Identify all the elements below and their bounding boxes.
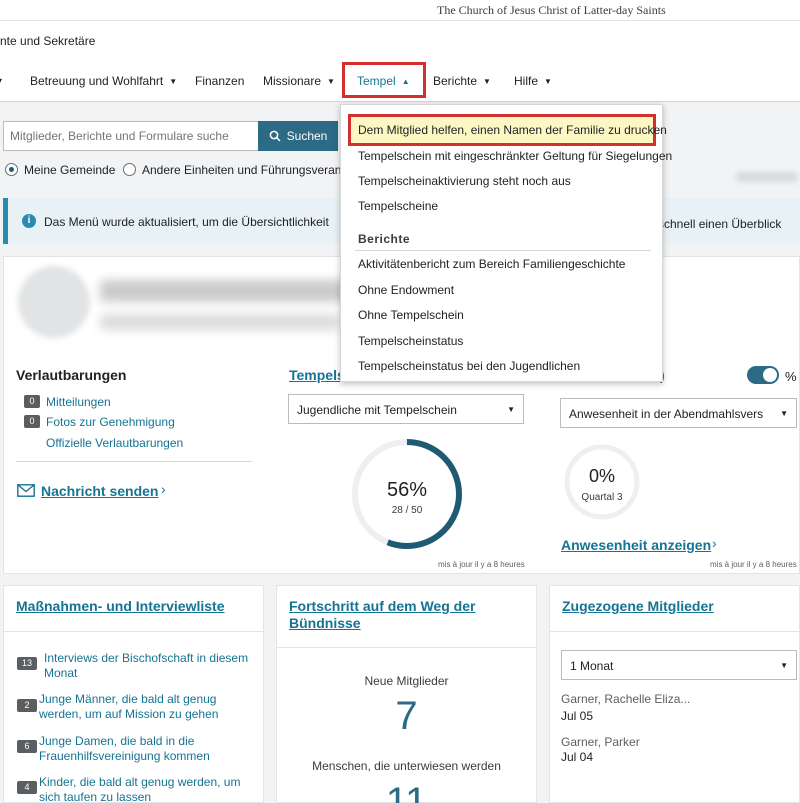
info-banner-text: Das Menü wurde aktualisiert, um die Über… [44,215,329,229]
nav-item-finanzen[interactable]: Finanzen [195,74,244,88]
chevron-down-icon: ▼ [507,405,515,414]
link-photos-approval[interactable]: Fotos zur Genehmigung [46,415,175,429]
menu-item-family-history-activity[interactable]: Aktivitätenbericht zum Bereich Familieng… [358,257,625,271]
divider [549,631,800,632]
todo-item[interactable]: Junge Männer, die bald alt genug werden,… [39,692,254,722]
temple-widget-title[interactable]: Tempels [289,367,345,383]
link-notices[interactable]: Mitteilungen [46,395,111,409]
divider [3,631,264,632]
count-badge: 2 [17,699,37,712]
search-input[interactable] [3,121,259,151]
count-badge: 0 [24,395,40,408]
church-header: The Church of Jesus Christ of Latter-day… [0,0,800,20]
being-taught-label: Menschen, die unterwiesen werden [312,759,501,773]
todo-item[interactable]: Interviews der Bischofschaft in diesem M… [44,651,259,681]
attendance-filter-select[interactable]: Anwesenheit in der Abendmahlsvers ▼ [560,398,797,428]
chevron-down-icon: ▼ [544,77,552,86]
updated-timestamp: mis à jour il y a 8 heures [710,560,797,569]
menu-divider [355,250,651,251]
chevron-right-icon: › [161,481,166,497]
nav-label: Hilfe [514,74,539,88]
menu-item-print-family-name[interactable]: Dem Mitglied helfen, einen Namen der Fam… [358,123,667,137]
announcements-heading: Verlautbarungen [16,367,127,383]
chevron-down-icon: ▼ [780,661,788,670]
attendance-percent: 0% [588,466,615,486]
select-value: Jugendliche mit Tempelschein [297,403,457,417]
select-value: Anwesenheit in der Abendmahlsvers [569,407,764,421]
nav-item-hilfe[interactable]: Hilfe ▼ [514,74,552,88]
avatar [18,266,90,338]
menu-item-youth-recommend-status[interactable]: Tempelscheinstatus bei den Jugendlichen [358,359,580,373]
radio-my-ward-label[interactable]: Meine Gemeinde [24,163,115,177]
blurred-text [736,172,798,182]
temple-fraction: 28 / 50 [391,505,423,516]
radio-other-units[interactable] [123,163,136,176]
new-members-count[interactable]: 7 [276,694,537,739]
count-badge: 13 [17,657,37,670]
member-name[interactable]: Garner, Parker [561,735,640,749]
divider [16,461,252,462]
menu-item-no-recommend[interactable]: Ohne Tempelschein [358,308,464,322]
app-title[interactable]: nte und Sekretäre [0,34,95,48]
nav-item-berichte[interactable]: Berichte ▼ [433,74,491,88]
church-name[interactable]: The Church of Jesus Christ of Latter-day… [437,3,666,18]
info-icon: i [22,214,36,228]
percent-toggle[interactable] [747,366,779,384]
app-title-bar: nte und Sekretäre [0,20,800,62]
chevron-down-icon: ▼ [780,409,788,418]
menu-item-recommend-activation-pending[interactable]: Tempelscheinaktivierung steht noch aus [358,174,571,188]
count-badge: 4 [17,781,37,794]
nav-item-betreuung[interactable]: Betreuung und Wohlfahrt ▼ [30,74,177,88]
tempel-highlight-frame [342,62,426,98]
nav-label: Finanzen [195,74,245,88]
radio-other-units-label[interactable]: Andere Einheiten und Führungsverantwo [142,163,360,177]
chevron-down-icon: ▼ [169,77,178,86]
chevron-down-icon: ▼ [327,77,335,86]
menu-item-limited-use-recommend[interactable]: Tempelschein mit eingeschränkter Geltung… [358,149,672,163]
covenant-card-title[interactable]: Fortschritt auf dem Weg der Bündnisse [289,598,519,632]
chevron-right-icon: › [712,535,717,551]
moved-in-card-title[interactable]: Zugezogene Mitglieder [562,598,714,615]
menu-item-recommend-status[interactable]: Tempelscheinstatus [358,334,463,348]
member-date: Jul 05 [561,709,594,723]
info-banner-text-right: schnell einen Überblick [658,217,782,231]
member-date: Jul 04 [561,750,594,764]
count-badge: 0 [24,415,40,428]
todo-item[interactable]: Kinder, die bald alt genug werden, um si… [39,775,254,803]
nav-item-missionare[interactable]: Missionare ▼ [263,74,335,88]
radio-my-ward[interactable] [5,163,18,176]
nav-label: Betreuung und Wohlfahrt [30,74,164,88]
new-members-label: Neue Mitglieder [364,674,449,688]
being-taught-count[interactable]: 11 [276,780,537,803]
attendance-period: Quartal 3 [581,492,623,503]
chevron-down-icon: ▼ [483,77,491,86]
blurred-name [100,280,350,302]
search-button-label: Suchen [286,129,328,143]
send-message-link[interactable]: Nachricht senden [41,483,158,499]
menu-item-temple-recommends[interactable]: Tempelscheine [358,199,438,213]
nav-caret-offscreen[interactable]: ▾ [0,74,2,88]
nav-label: Missionare [263,74,322,88]
actions-card-title[interactable]: Maßnahmen- und Interviewliste [16,598,224,615]
toggle-label: % [785,369,797,384]
view-attendance-link[interactable]: Anwesenheit anzeigen [561,537,711,553]
temple-filter-select[interactable]: Jugendliche mit Tempelschein ▼ [288,394,524,424]
mail-icon [17,484,35,500]
search-button[interactable]: Suchen [258,121,338,151]
count-badge: 6 [17,740,37,753]
period-select[interactable]: 1 Monat ▼ [561,650,797,680]
search-icon [269,130,281,142]
updated-timestamp: mis à jour il y a 8 heures [438,560,525,569]
link-official-announcements[interactable]: Offizielle Verlautbarungen [46,436,183,450]
tempel-dropdown-menu: Dem Mitglied helfen, einen Namen der Fam… [340,104,672,382]
nav-label: Berichte [433,74,478,88]
blurred-subtitle [100,314,340,330]
menu-item-not-endowed[interactable]: Ohne Endowment [358,283,454,297]
menu-section-reports: Berichte [358,232,411,246]
divider [276,647,537,648]
temple-percent: 56% [386,479,428,501]
member-name[interactable]: Garner, Rachelle Eliza... [561,692,690,706]
todo-item[interactable]: Junge Damen, die bald in die Frauenhilfs… [39,734,254,764]
select-value: 1 Monat [570,659,614,673]
